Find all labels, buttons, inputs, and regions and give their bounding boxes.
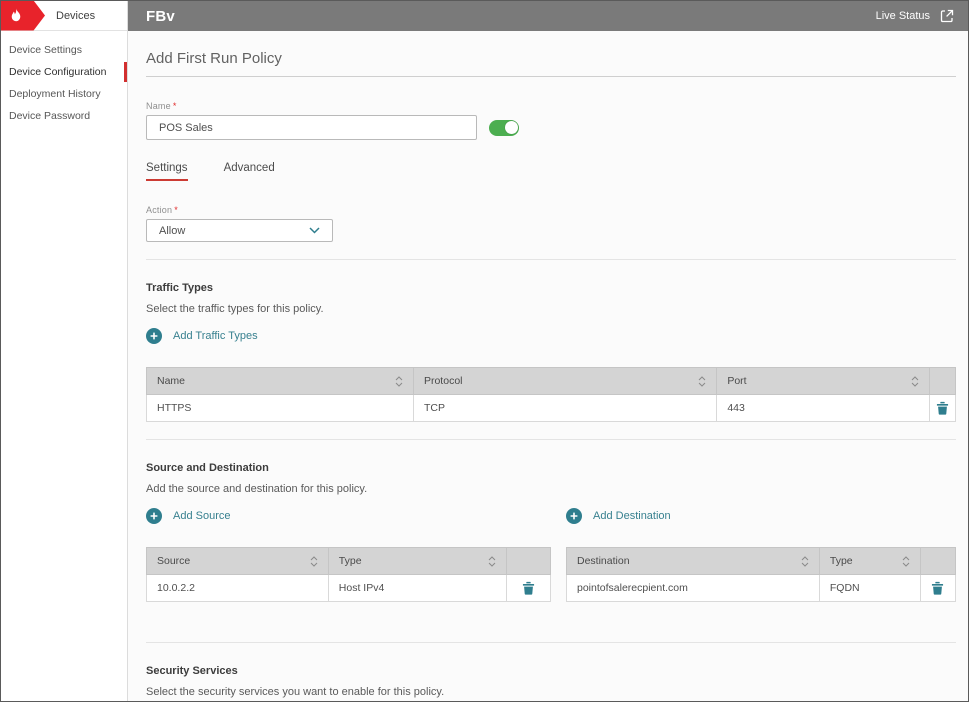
- traffic-types-description: Select the traffic types for this policy…: [146, 303, 956, 315]
- sort-icon: [902, 556, 910, 567]
- section-divider: [146, 439, 956, 440]
- sidebar-brand[interactable]: Devices: [1, 1, 127, 31]
- security-services-heading: Security Services: [146, 665, 956, 677]
- page-title: Add First Run Policy: [146, 50, 956, 77]
- action-field-label: Action*: [146, 205, 956, 215]
- delete-destination-button[interactable]: [927, 579, 948, 597]
- sidebar-item-device-configuration[interactable]: Device Configuration: [1, 61, 127, 83]
- add-source-button[interactable]: Add Source: [146, 508, 230, 524]
- required-asterisk: *: [174, 205, 178, 215]
- column-header-type[interactable]: Type: [819, 548, 920, 575]
- column-header-actions: [920, 548, 955, 575]
- name-field-label: Name*: [146, 101, 956, 111]
- section-divider: [146, 259, 956, 260]
- tab-advanced[interactable]: Advanced: [224, 162, 275, 181]
- destination-column: Add Destination Destination Type: [566, 495, 956, 602]
- sort-icon: [801, 556, 809, 567]
- table-row: pointofsalerecpient.com FQDN: [567, 575, 956, 602]
- chevron-down-icon: [309, 227, 320, 234]
- source-destination-section: Source and Destination Add the source an…: [146, 462, 956, 602]
- external-link-icon: [939, 8, 955, 24]
- destination-table: Destination Type pointofsalerecpient.com…: [566, 547, 956, 602]
- table-header-row: Destination Type: [567, 548, 956, 575]
- name-field-block: Name*: [146, 101, 956, 140]
- column-header-actions: [930, 368, 956, 395]
- sidebar-nav: Device Settings Device Configuration Dep…: [1, 31, 127, 127]
- content-area: Add First Run Policy Name* Settings Adva…: [128, 31, 968, 701]
- column-header-actions: [506, 548, 550, 575]
- sort-icon: [395, 376, 403, 387]
- sort-icon: [698, 376, 706, 387]
- traffic-types-table: Name Protocol Port HTTPS TCP 443: [146, 367, 956, 422]
- traffic-types-section: Traffic Types Select the traffic types f…: [146, 282, 956, 422]
- action-field-block: Action* Allow: [146, 205, 956, 242]
- table-header-row: Name Protocol Port: [147, 368, 956, 395]
- delete-traffic-type-button[interactable]: [932, 399, 953, 417]
- plus-circle-icon: [566, 508, 582, 524]
- security-services-description: Select the security services you want to…: [146, 686, 956, 698]
- policy-name-input[interactable]: [146, 115, 477, 140]
- sort-icon: [488, 556, 496, 567]
- column-header-source[interactable]: Source: [147, 548, 329, 575]
- sidebar-item-device-password[interactable]: Device Password: [1, 105, 127, 127]
- live-status-label: Live Status: [876, 10, 930, 22]
- flame-icon: [9, 8, 23, 24]
- plus-circle-icon: [146, 328, 162, 344]
- add-traffic-types-button[interactable]: Add Traffic Types: [146, 328, 258, 344]
- topbar: FBv Live Status: [128, 1, 968, 31]
- source-destination-description: Add the source and destination for this …: [146, 483, 956, 495]
- tab-settings[interactable]: Settings: [146, 162, 188, 181]
- table-row: 10.0.2.2 Host IPv4: [147, 575, 551, 602]
- section-divider: [146, 642, 956, 643]
- live-status-button[interactable]: Live Status: [876, 8, 955, 24]
- table-header-row: Source Type: [147, 548, 551, 575]
- source-column: Add Source Source Type: [146, 495, 551, 602]
- app-window: Devices Device Settings Device Configura…: [0, 0, 969, 702]
- trash-icon: [522, 581, 535, 595]
- column-header-type[interactable]: Type: [328, 548, 506, 575]
- traffic-types-heading: Traffic Types: [146, 282, 956, 294]
- delete-source-button[interactable]: [518, 579, 539, 597]
- tab-bar: Settings Advanced: [146, 162, 956, 181]
- source-destination-heading: Source and Destination: [146, 462, 956, 474]
- sort-icon: [911, 376, 919, 387]
- action-select[interactable]: Allow: [146, 219, 333, 242]
- trash-icon: [936, 401, 949, 415]
- source-table: Source Type 10.0.2.2 Host IPv4: [146, 547, 551, 602]
- sort-icon: [310, 556, 318, 567]
- table-row: HTTPS TCP 443: [147, 395, 956, 422]
- column-header-name[interactable]: Name: [147, 368, 414, 395]
- add-destination-button[interactable]: Add Destination: [566, 508, 671, 524]
- sidebar-item-device-settings[interactable]: Device Settings: [1, 39, 127, 61]
- column-header-destination[interactable]: Destination: [567, 548, 820, 575]
- security-services-section: Security Services Select the security se…: [146, 665, 956, 701]
- column-header-port[interactable]: Port: [717, 368, 930, 395]
- sidebar-item-deployment-history[interactable]: Deployment History: [1, 83, 127, 105]
- sidebar-brand-label: Devices: [56, 10, 95, 22]
- flame-logo-icon: [1, 1, 45, 31]
- policy-enabled-toggle[interactable]: [489, 120, 519, 136]
- main-area: FBv Live Status Add First Run Policy Nam…: [128, 1, 968, 701]
- column-header-protocol[interactable]: Protocol: [413, 368, 716, 395]
- plus-circle-icon: [146, 508, 162, 524]
- device-title: FBv: [146, 8, 175, 25]
- trash-icon: [931, 581, 944, 595]
- sidebar: Devices Device Settings Device Configura…: [1, 1, 128, 701]
- required-asterisk: *: [173, 101, 177, 111]
